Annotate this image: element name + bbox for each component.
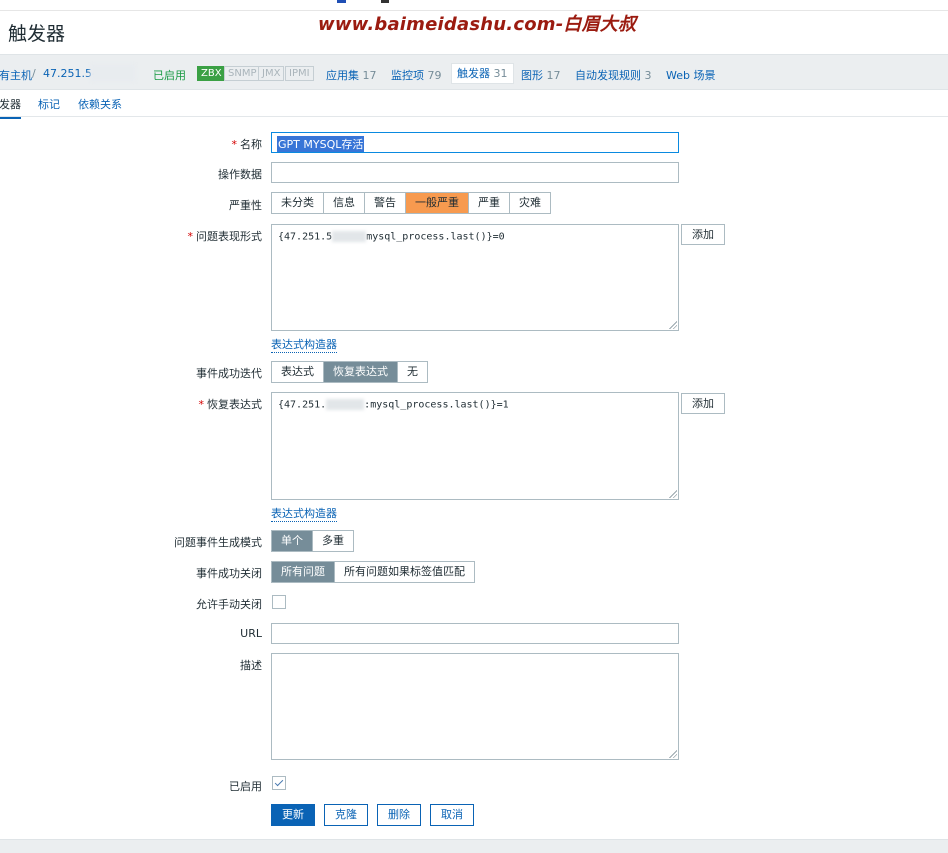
nav-discovery-rules[interactable]: 自动发现规则 3 bbox=[575, 67, 652, 83]
top-marker bbox=[337, 0, 346, 3]
url-label: URL bbox=[240, 627, 262, 640]
severity-average[interactable]: 一般严重 bbox=[406, 193, 469, 213]
host-nav: 所有主机 / 47.251.54 已启用 ZBX SNMP JMX IPMI 应… bbox=[0, 54, 948, 90]
nav-web-scenarios[interactable]: Web 场景 bbox=[666, 67, 715, 83]
snmp-badge: SNMP bbox=[224, 66, 261, 81]
severity-high[interactable]: 严重 bbox=[469, 193, 510, 213]
generation-mode-label: 问题事件生成模式 bbox=[174, 536, 262, 549]
top-marker bbox=[381, 0, 389, 3]
enabled-label: 已启用 bbox=[229, 780, 262, 793]
generation-mode-selector: 单个 多重 bbox=[271, 530, 354, 552]
ok-event-label: 事件成功迭代 bbox=[196, 367, 262, 380]
generation-mode-multiple[interactable]: 多重 bbox=[313, 531, 353, 551]
enabled-checkbox[interactable] bbox=[272, 776, 286, 790]
tab-trigger[interactable]: 触发器 bbox=[0, 96, 21, 119]
severity-not-classified[interactable]: 未分类 bbox=[272, 193, 324, 213]
zbx-badge: ZBX bbox=[197, 66, 226, 81]
jmx-badge: JMX bbox=[258, 66, 285, 81]
redacted-area bbox=[326, 399, 365, 410]
add-recovery-expression-button[interactable]: 添加 bbox=[681, 393, 725, 414]
expression-constructor-link[interactable]: 表达式构造器 bbox=[271, 336, 337, 353]
nav-applications[interactable]: 应用集 17 bbox=[326, 67, 377, 83]
manual-close-label: 允许手动关闭 bbox=[196, 598, 262, 611]
manual-close-checkbox[interactable] bbox=[272, 595, 286, 609]
ok-close-label: 事件成功关闭 bbox=[196, 567, 262, 580]
page-title: 触发器 bbox=[8, 23, 66, 45]
delete-button[interactable]: 删除 bbox=[377, 804, 421, 826]
recovery-expression-textarea[interactable]: {47.251.:mysql_process.last()}=1 bbox=[271, 392, 679, 500]
cancel-button[interactable]: 取消 bbox=[430, 804, 474, 826]
ok-event-selector: 表达式 恢复表达式 无 bbox=[271, 361, 428, 383]
host-status[interactable]: 已启用 bbox=[153, 67, 186, 83]
ipmi-badge: IPMI bbox=[285, 66, 314, 81]
nav-items[interactable]: 监控项 79 bbox=[391, 67, 442, 83]
redacted-area bbox=[90, 64, 136, 82]
form-tabs: 触发器 标记 依赖关系 bbox=[0, 91, 948, 119]
ok-close-tag-match[interactable]: 所有问题如果标签值匹配 bbox=[335, 562, 474, 582]
update-button[interactable]: 更新 bbox=[271, 804, 315, 826]
redacted-area bbox=[332, 231, 367, 242]
problem-expression-label: * 问题表现形式 bbox=[187, 230, 263, 243]
ok-event-recovery-expression[interactable]: 恢复表达式 bbox=[324, 362, 398, 382]
tab-tags[interactable]: 标记 bbox=[38, 96, 60, 112]
generation-mode-single[interactable]: 单个 bbox=[272, 531, 313, 551]
breadcrumb-separator: / bbox=[32, 67, 36, 80]
opdata-input[interactable] bbox=[271, 162, 679, 183]
description-label: 描述 bbox=[240, 659, 262, 672]
clone-button[interactable]: 克隆 bbox=[324, 804, 368, 826]
opdata-label: 操作数据 bbox=[218, 168, 262, 181]
watermark: www.baimeidashu.com-白眉大叔 bbox=[318, 14, 637, 35]
name-label: * 名称 bbox=[231, 138, 263, 151]
resize-handle-icon[interactable] bbox=[669, 321, 677, 329]
severity-disaster[interactable]: 灾难 bbox=[510, 193, 550, 213]
severity-selector: 未分类 信息 警告 一般严重 严重 灾难 bbox=[271, 192, 551, 214]
problem-expression-textarea[interactable]: {47.251.5 mysql_process.last()}=0 bbox=[271, 224, 679, 331]
name-input[interactable]: GPT MYSQL存活 bbox=[271, 132, 679, 153]
add-expression-button[interactable]: 添加 bbox=[681, 224, 725, 245]
ok-close-all-problems[interactable]: 所有问题 bbox=[272, 562, 335, 582]
description-textarea[interactable] bbox=[271, 653, 679, 760]
severity-warning[interactable]: 警告 bbox=[365, 193, 406, 213]
url-input[interactable] bbox=[271, 623, 679, 644]
ok-event-none[interactable]: 无 bbox=[398, 362, 427, 382]
tab-dependencies[interactable]: 依赖关系 bbox=[78, 96, 122, 112]
all-hosts-link[interactable]: 所有主机 bbox=[0, 67, 32, 83]
recovery-expression-label: * 恢复表达式 bbox=[198, 398, 263, 411]
ok-close-selector: 所有问题 所有问题如果标签值匹配 bbox=[271, 561, 475, 583]
resize-handle-icon[interactable] bbox=[669, 490, 677, 498]
nav-graphs[interactable]: 图形 17 bbox=[521, 67, 561, 83]
nav-triggers[interactable]: 触发器 31 bbox=[451, 63, 514, 84]
severity-information[interactable]: 信息 bbox=[324, 193, 365, 213]
recovery-expression-constructor-link[interactable]: 表达式构造器 bbox=[271, 505, 337, 522]
severity-label: 严重性 bbox=[229, 199, 262, 212]
footer-bar bbox=[0, 839, 948, 853]
resize-handle-icon[interactable] bbox=[669, 750, 677, 758]
ok-event-expression[interactable]: 表达式 bbox=[272, 362, 324, 382]
